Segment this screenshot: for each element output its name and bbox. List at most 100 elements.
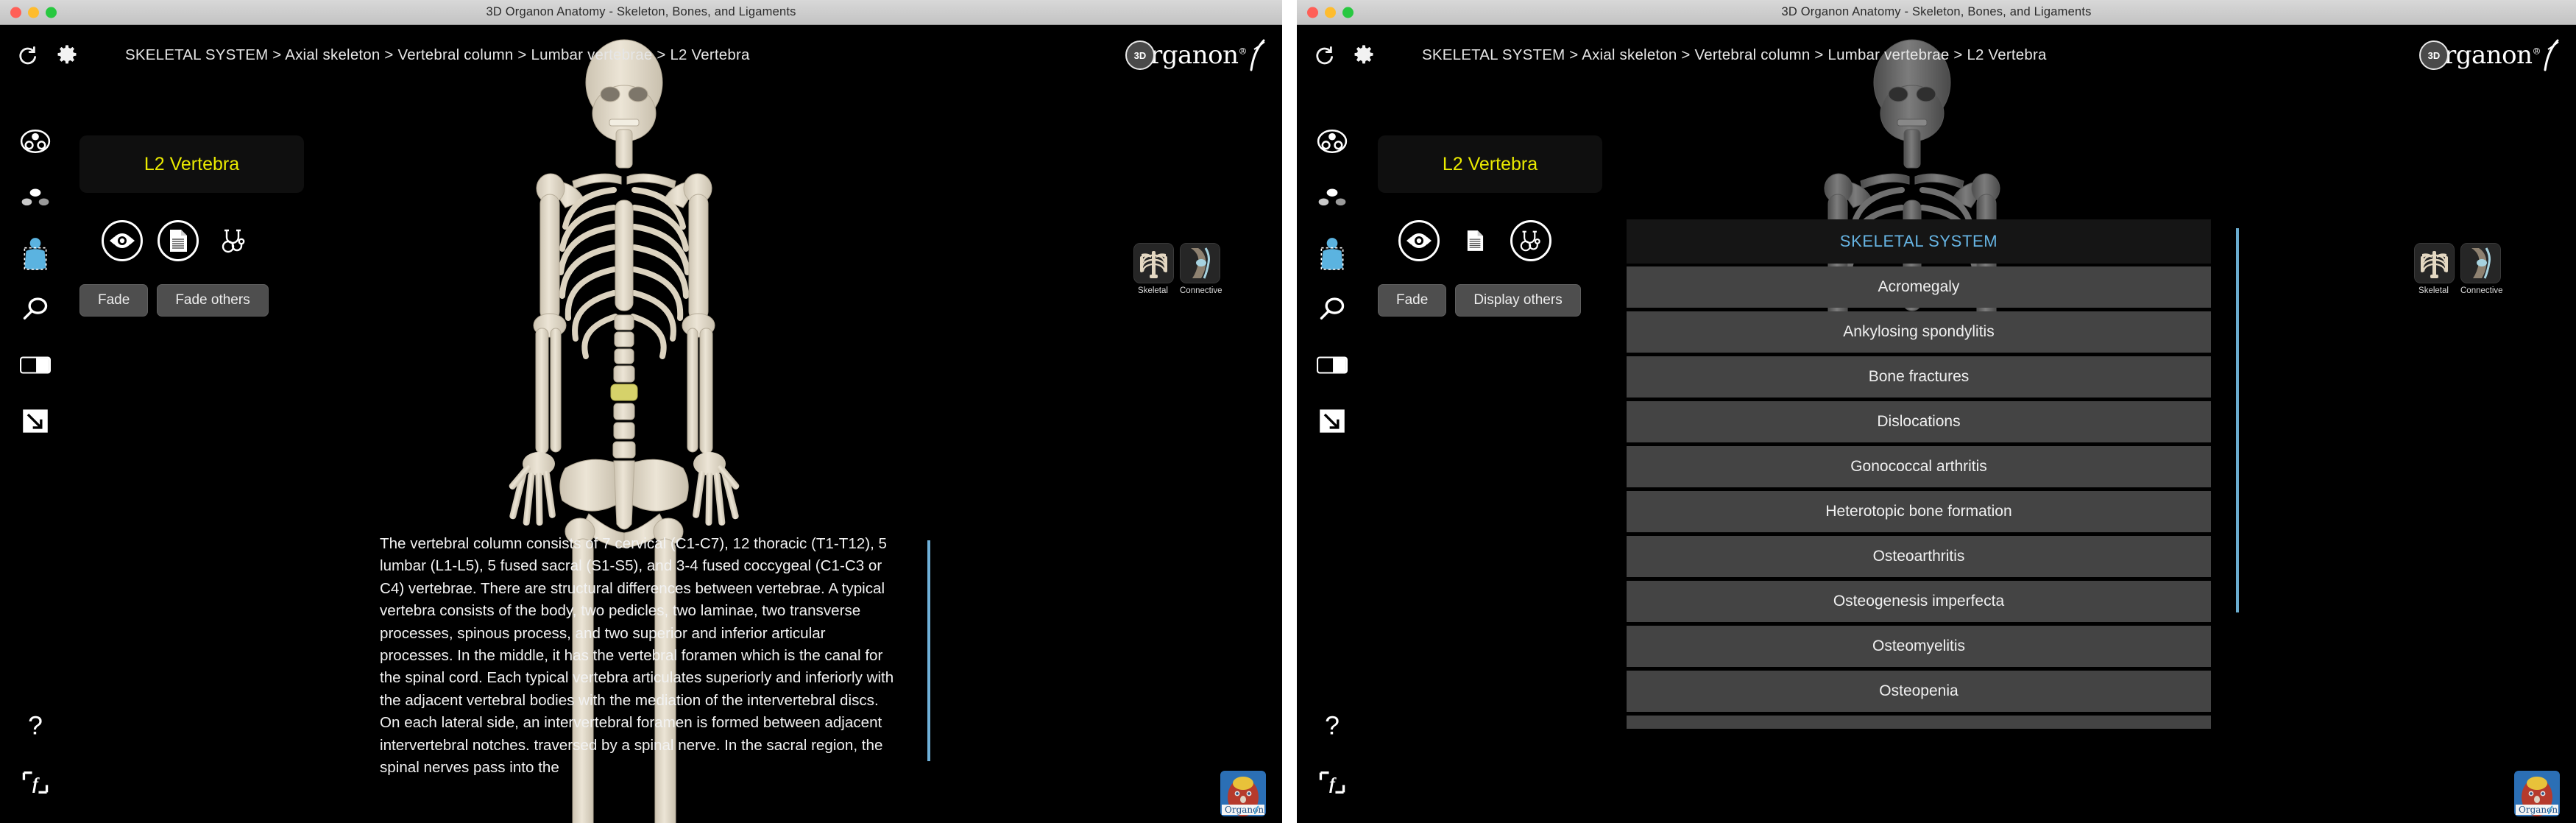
highlighted-vertebra xyxy=(610,384,638,401)
list-item[interactable]: Heterotopic bone formation xyxy=(1627,491,2211,532)
list-item[interactable]: Osteomyelitis xyxy=(1627,626,2211,667)
organon-mark-icon: 3D xyxy=(1125,40,1155,70)
help-icon[interactable]: ? xyxy=(1297,699,1367,755)
list-item[interactable]: Dislocations xyxy=(1627,401,2211,442)
refresh-icon[interactable] xyxy=(1307,38,1341,72)
document-icon[interactable] xyxy=(1454,220,1496,261)
thumb-skeletal-image xyxy=(1133,243,1174,283)
window-title: 3D Organon Anatomy - Skeleton, Bones, an… xyxy=(486,5,796,18)
tools-icon[interactable]: f xyxy=(1297,755,1367,810)
svg-text:?: ? xyxy=(28,713,43,741)
list-item[interactable]: Osteogenesis imperfecta xyxy=(1627,581,2211,622)
breadcrumb[interactable]: SKELETAL SYSTEM > Axial skeleton > Verte… xyxy=(125,46,750,64)
list-item[interactable]: Acromegaly xyxy=(1627,266,2211,308)
tools-icon[interactable]: f xyxy=(0,755,71,810)
toggle-icon[interactable] xyxy=(0,337,71,393)
systems-icon[interactable] xyxy=(1297,113,1367,169)
gear-icon[interactable] xyxy=(1347,38,1381,72)
svg-text:f: f xyxy=(1329,774,1337,794)
description-panel[interactable]: The vertebral column consists of 7 cervi… xyxy=(380,533,930,823)
layers-icon[interactable] xyxy=(0,169,71,225)
selected-structure-label: L2 Vertebra xyxy=(1442,153,1538,174)
systems-icon[interactable] xyxy=(0,113,71,169)
eye-icon[interactable] xyxy=(1398,220,1440,261)
fade-others-button[interactable]: Fade others xyxy=(157,284,269,317)
screenshot-root: 3D Organon Anatomy - Skeleton, Bones, an… xyxy=(0,0,2576,823)
gear-icon[interactable] xyxy=(50,38,84,72)
display-others-button[interactable]: Display others xyxy=(1455,284,1581,317)
list-item[interactable]: Osteoarthritis xyxy=(1627,536,2211,577)
eye-icon[interactable] xyxy=(102,220,143,261)
window-controls-right[interactable] xyxy=(1307,7,1354,18)
layers-icon[interactable] xyxy=(1297,169,1367,225)
fade-button[interactable]: Fade xyxy=(79,284,149,317)
app-logo-badge[interactable]: Organon xyxy=(2514,771,2560,816)
registered-mark: ® xyxy=(2532,46,2541,57)
minimize-button[interactable] xyxy=(28,7,39,18)
stethoscope-icon[interactable] xyxy=(1510,220,1551,261)
registered-mark: ® xyxy=(1238,46,1248,57)
search-icon[interactable] xyxy=(1297,281,1367,337)
import-icon[interactable] xyxy=(1297,393,1367,449)
list-item-partial[interactable] xyxy=(1627,716,2211,729)
tool-rail-left: ? f xyxy=(0,113,71,823)
zoom-button[interactable] xyxy=(46,7,57,18)
description-scrollbar[interactable] xyxy=(927,540,930,761)
search-icon[interactable] xyxy=(0,281,71,337)
body-region-icon[interactable] xyxy=(1297,225,1367,281)
organon-word-text: rganon xyxy=(1150,40,1239,70)
import-icon[interactable] xyxy=(0,393,71,449)
titlebar-right: 3D Organon Anatomy - Skeleton, Bones, an… xyxy=(1297,0,2576,25)
pathology-list-scrollbar[interactable] xyxy=(2236,228,2239,612)
help-icon[interactable]: ? xyxy=(0,699,71,755)
action-icon-row-left xyxy=(102,220,255,261)
thumb-skeletal-label: Skeletal xyxy=(1138,286,1168,295)
list-item[interactable]: Ankylosing spondylitis xyxy=(1627,311,2211,353)
window-controls-left[interactable] xyxy=(10,7,57,18)
svg-text:?: ? xyxy=(1325,713,1340,741)
organon-wordmark: rganon® xyxy=(1150,40,1248,70)
toggle-icon[interactable] xyxy=(1297,337,1367,393)
thumb-skeletal[interactable]: Skeletal xyxy=(2414,243,2455,295)
svg-text:f: f xyxy=(32,774,40,794)
document-icon[interactable] xyxy=(158,220,199,261)
system-thumbnails-left: Skeletal Connective xyxy=(1133,243,1222,295)
zoom-button[interactable] xyxy=(1342,7,1354,18)
app-body-right: SKELETAL SYSTEM > Axial skeleton > Verte… xyxy=(1297,25,2576,823)
thumb-skeletal[interactable]: Skeletal xyxy=(1133,243,1174,295)
window-left: 3D Organon Anatomy - Skeleton, Bones, an… xyxy=(0,0,1282,823)
titlebar-left: 3D Organon Anatomy - Skeleton, Bones, an… xyxy=(0,0,1282,25)
tool-rail-bottom-left: ? f xyxy=(0,699,71,810)
selection-card-left[interactable]: L2 Vertebra xyxy=(79,135,304,193)
selected-structure-label: L2 Vertebra xyxy=(144,153,240,174)
organon-swoosh-icon xyxy=(1250,39,1265,71)
thumb-connective[interactable]: Connective xyxy=(2460,243,2503,295)
minimize-button[interactable] xyxy=(1325,7,1336,18)
action-icon-row-right xyxy=(1398,220,1551,261)
stethoscope-icon[interactable] xyxy=(213,220,255,261)
list-item[interactable]: Gonococcal arthritis xyxy=(1627,446,2211,487)
window-right: 3D Organon Anatomy - Skeleton, Bones, an… xyxy=(1297,0,2576,823)
pathology-list-header: SKELETAL SYSTEM xyxy=(1627,219,2211,264)
list-item[interactable]: Osteopenia xyxy=(1627,671,2211,712)
organon-word-text: rganon xyxy=(2444,40,2533,70)
pathology-list: SKELETAL SYSTEM Acromegaly Ankylosing sp… xyxy=(1627,219,2239,732)
close-button[interactable] xyxy=(10,7,21,18)
app-body-left: SKELETAL SYSTEM > Axial skeleton > Verte… xyxy=(0,25,1282,823)
system-thumbnails-right: Skeletal Connective xyxy=(2414,243,2503,295)
window-title: 3D Organon Anatomy - Skeleton, Bones, an… xyxy=(1781,5,2092,18)
selection-card-right[interactable]: L2 Vertebra xyxy=(1378,135,1602,193)
thumb-connective[interactable]: Connective xyxy=(1180,243,1222,295)
mode-button-row-left: Fade Fade others xyxy=(79,284,269,317)
app-logo-badge[interactable]: Organon xyxy=(1220,771,1266,816)
body-region-icon[interactable] xyxy=(0,225,71,281)
thumb-connective-image xyxy=(1180,243,1220,283)
fade-button[interactable]: Fade xyxy=(1378,284,1447,317)
close-button[interactable] xyxy=(1307,7,1318,18)
organon-wordmark: rganon® xyxy=(2444,40,2541,70)
list-item[interactable]: Bone fractures xyxy=(1627,356,2211,398)
organon-logo: 3D rganon® xyxy=(1125,35,1267,75)
breadcrumb[interactable]: SKELETAL SYSTEM > Axial skeleton > Verte… xyxy=(1422,46,2047,64)
thumb-connective-label: Connective xyxy=(1180,286,1222,295)
refresh-icon[interactable] xyxy=(10,38,44,72)
